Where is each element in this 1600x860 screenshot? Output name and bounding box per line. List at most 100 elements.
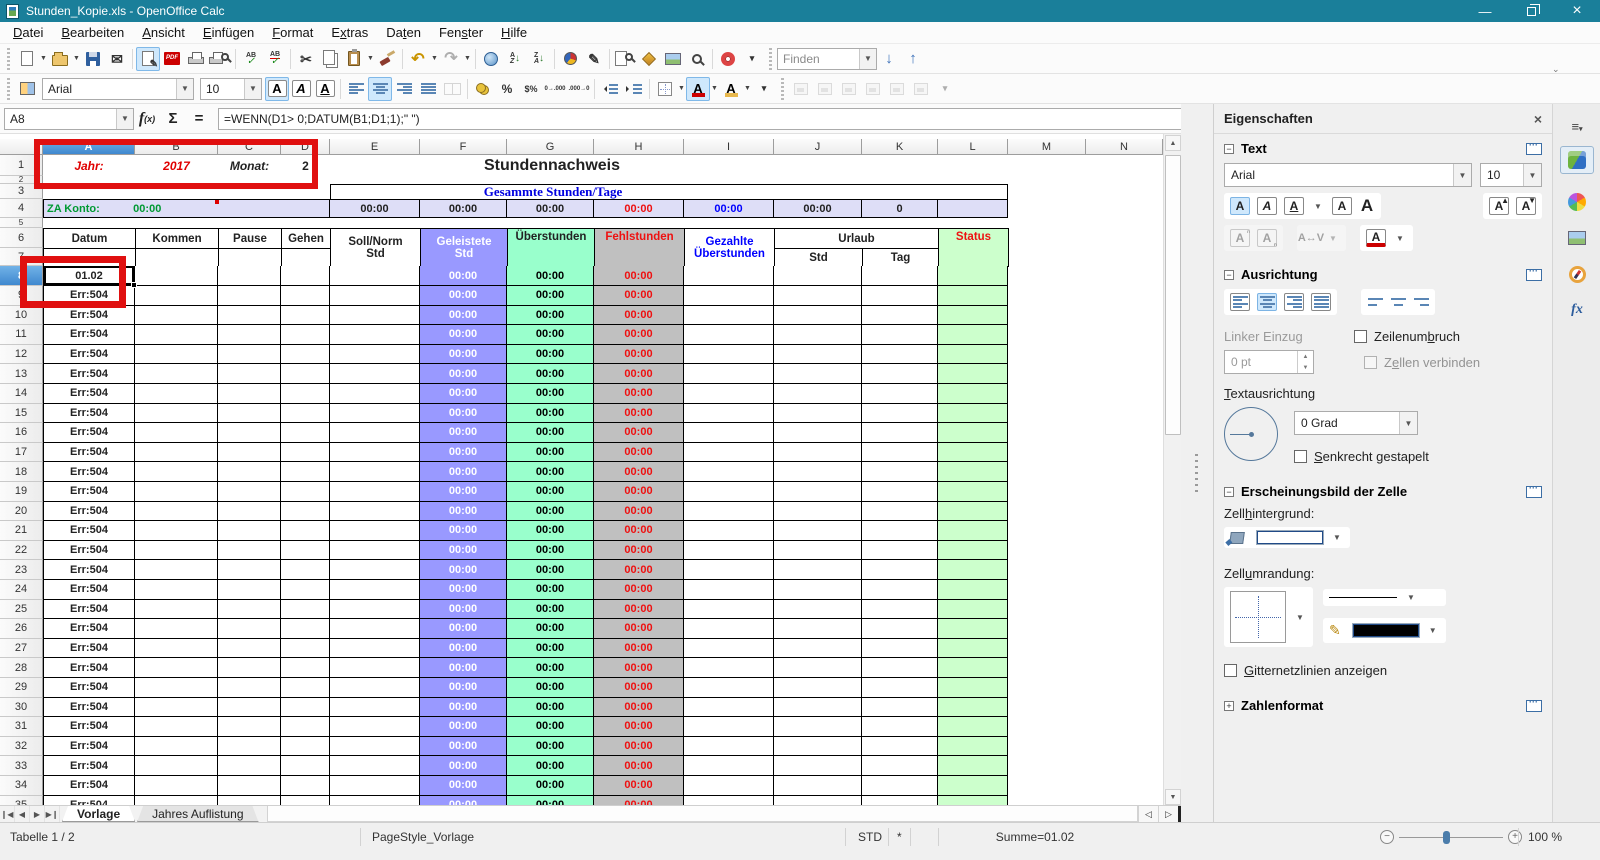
cell-G13[interactable]: 00:00 [507,364,594,384]
edit-mode-icon[interactable]: ✎ [136,46,160,71]
cell-D24[interactable] [281,580,330,600]
sum-icon[interactable]: Σ [160,107,186,131]
cell-L33[interactable] [938,756,1008,776]
cell-B20[interactable] [135,501,218,522]
cell-B23[interactable] [135,560,218,580]
cell-H13[interactable]: 00:00 [594,364,684,384]
cell-D23[interactable] [281,560,330,580]
cell-F23[interactable]: 00:00 [420,560,507,580]
tab-functions-icon[interactable]: fx [1560,296,1594,324]
cell-L26[interactable] [938,619,1008,639]
cell-F25[interactable]: 00:00 [420,599,507,620]
cell-J13[interactable] [774,364,862,384]
cell-reference-box[interactable]: A8 ▼ [4,107,134,130]
column-header-J[interactable]: J [774,139,862,155]
indent-spinbox[interactable]: 0 pt ▲ ▼ [1224,350,1314,374]
rotation-dial[interactable] [1224,407,1278,461]
sidebar-bold-icon[interactable]: A [1230,197,1250,215]
menu-daten[interactable]: Daten [377,23,430,42]
cell-J27[interactable] [774,638,862,659]
cell-B33[interactable] [135,756,218,776]
more-options-icon[interactable] [1526,483,1542,498]
cell-I32[interactable] [684,736,774,757]
delete-decimal-icon[interactable]: .000→0 [567,77,591,101]
toolbar-overflow-icon[interactable]: ▾ [752,77,776,101]
row-header-14[interactable]: 14 [0,384,43,404]
cell-G15[interactable]: 00:00 [507,403,594,424]
hscroll-left-icon[interactable]: ◁ [1138,806,1158,822]
line-color-dropdown-icon[interactable]: ▼ [1426,626,1440,635]
resize-grip-icon[interactable] [1195,454,1198,494]
cell-G35[interactable]: 00:00 [507,795,594,805]
cell-E24[interactable] [330,580,420,600]
zoom-icon[interactable] [685,47,709,71]
stacked-option[interactable]: Senkrecht gestapelt [1294,449,1429,464]
cell-C16[interactable] [218,423,281,443]
align-object-right-icon[interactable] [837,77,861,101]
cell-C11[interactable] [218,325,281,345]
cell-L22[interactable] [938,540,1008,561]
cell-E26[interactable] [330,619,420,639]
header-gehen[interactable]: Gehen [282,229,331,249]
cell-J11[interactable] [774,325,862,345]
cell-B19[interactable] [135,482,218,502]
cell-B12[interactable] [135,344,218,365]
menu-ansicht[interactable]: Ansicht [133,23,194,42]
cell-E25[interactable] [330,599,420,620]
split-handle[interactable] [1178,806,1181,822]
cell-J29[interactable] [774,678,862,698]
borders-dropdown-icon[interactable]: ▼ [677,77,686,101]
cell-C27[interactable] [218,638,281,659]
sidebar-toggle-icon[interactable] [15,77,39,101]
cell-J21[interactable] [774,521,862,541]
cell-C18[interactable] [218,462,281,482]
cell-E18[interactable] [330,462,420,482]
cell-E14[interactable] [330,384,420,404]
cell-L32[interactable] [938,736,1008,757]
cell-C12[interactable] [218,344,281,365]
chart-icon[interactable] [558,47,582,71]
cell-H19[interactable]: 00:00 [594,482,684,502]
cell-L35[interactable] [938,795,1008,805]
cell-G32[interactable]: 00:00 [507,736,594,757]
cell-H20[interactable]: 00:00 [594,501,684,522]
cell-F11[interactable]: 00:00 [420,325,507,345]
toolbar-grip[interactable] [781,77,784,100]
cell-F10[interactable]: 00:00 [420,305,507,326]
header-urlaub-tag[interactable]: Tag [863,249,939,267]
cell-F31[interactable]: 00:00 [420,717,507,737]
font-color-icon[interactable]: A [686,76,710,101]
cell-A21[interactable]: Err:504 [43,521,135,541]
header-geleistete-std[interactable]: Geleistete Std [421,229,508,267]
cell-I4[interactable]: 00:00 [684,199,774,218]
page-preview-icon[interactable] [208,47,232,71]
cell-K10[interactable] [862,305,938,326]
cell-K18[interactable] [862,462,938,482]
scroll-up-icon[interactable]: ▲ [1165,135,1181,151]
cell-I25[interactable] [684,599,774,620]
cell-C21[interactable] [218,521,281,541]
cell-E8[interactable] [330,266,420,286]
cell-H31[interactable]: 00:00 [594,717,684,737]
cell-I17[interactable] [684,442,774,463]
zoom-level[interactable]: 100 % [1528,830,1562,844]
line-color-picker[interactable]: ✎ ▼ [1323,618,1446,643]
cell-G11[interactable]: 00:00 [507,325,594,345]
cell-H16[interactable]: 00:00 [594,423,684,443]
cell-D17[interactable] [281,442,330,463]
auto-spellcheck-icon[interactable]: AB ✓ [263,47,287,71]
selection-sum[interactable]: Summe=01.02 [965,830,1105,844]
cell-A35[interactable]: Err:504 [43,795,135,805]
cell-F32[interactable]: 00:00 [420,736,507,757]
cell-C20[interactable] [218,501,281,522]
cell-F26[interactable]: 00:00 [420,619,507,639]
print-icon[interactable] [184,47,208,71]
cell-J25[interactable] [774,599,862,620]
more-options-icon[interactable] [1526,697,1542,712]
header-fehlstunden[interactable]: Fehlstunden [595,229,685,267]
cell-F35[interactable]: 00:00 [420,795,507,805]
email-icon[interactable]: ✉ [105,47,129,71]
cell-B8[interactable] [135,266,218,286]
tab-gallery-icon[interactable] [1560,224,1594,252]
zoom-out-icon[interactable]: − [1380,830,1394,844]
